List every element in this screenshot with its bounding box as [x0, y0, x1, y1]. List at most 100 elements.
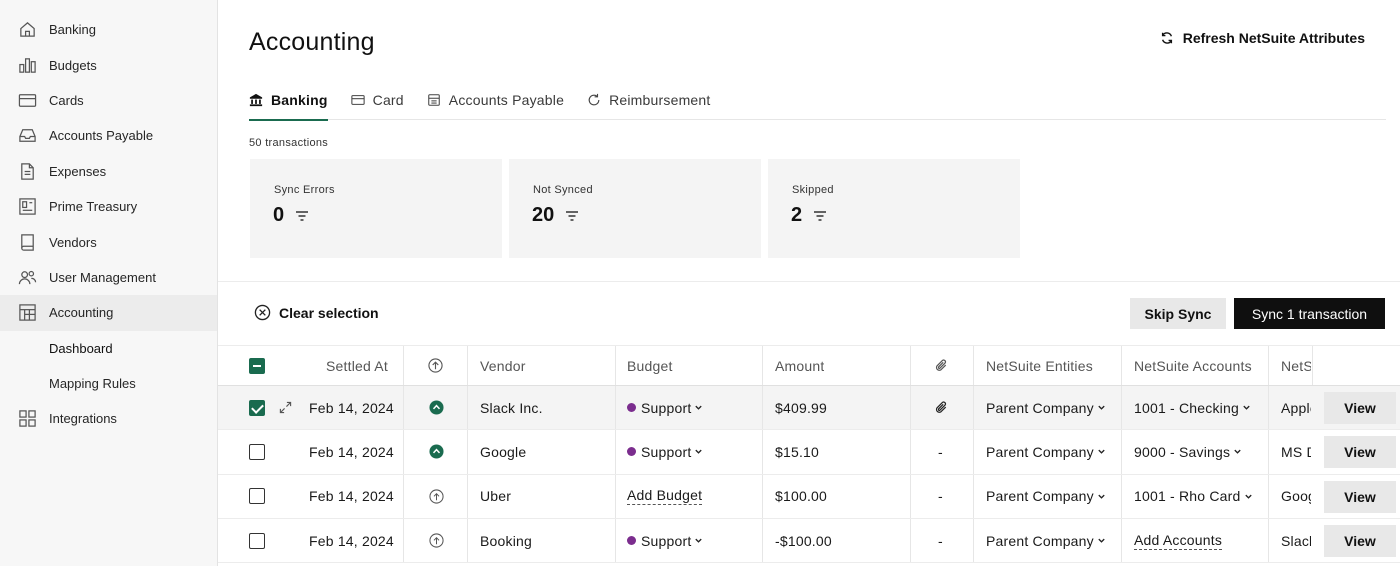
sidebar-item-cards[interactable]: Cards — [0, 83, 217, 118]
tab-banking[interactable]: Banking — [249, 80, 328, 121]
view-button[interactable]: View — [1324, 480, 1396, 513]
paperclip-icon[interactable] — [934, 400, 949, 415]
sidebar-item-integrations[interactable]: Integrations — [0, 401, 217, 436]
expand-icon[interactable] — [279, 401, 292, 414]
sidebar-item-vendors[interactable]: Vendors — [0, 224, 217, 259]
building-icon — [18, 303, 37, 322]
netsuite-vendor-cell[interactable]: Slack — [1281, 519, 1311, 562]
column-header-netsuite-vendors[interactable]: NetSuite Vendors — [1281, 346, 1311, 385]
entity-dropdown[interactable]: Parent Company — [986, 488, 1106, 504]
synced-arrow-icon — [429, 400, 444, 415]
column-header-netsuite-entities[interactable]: NetSuite Entities — [986, 346, 1093, 385]
column-header-settled-at[interactable]: Settled At — [326, 346, 388, 385]
sidebar-item-prime-treasury[interactable]: Prime Treasury — [0, 189, 217, 224]
account-dropdown[interactable]: 9000 - Savings — [1134, 444, 1242, 460]
budget-dot — [627, 536, 636, 546]
sidebar-item-dashboard[interactable]: Dashboard — [0, 331, 217, 366]
netsuite-vendor-cell[interactable]: Apple Inc. — [1281, 386, 1311, 429]
stat-card-sync-errors[interactable]: Sync Errors 0 — [250, 159, 502, 258]
entity-label: Parent Company — [986, 532, 1094, 549]
clear-selection-button[interactable]: Clear selection — [254, 304, 379, 321]
stat-card-skipped[interactable]: Skipped 2 — [768, 159, 1020, 258]
vendor-cell: Slack Inc. — [480, 399, 543, 416]
refresh-netsuite-button[interactable]: Refresh NetSuite Attributes — [1160, 30, 1365, 46]
row-checkbox[interactable] — [249, 488, 265, 505]
column-header-vendor[interactable]: Vendor — [480, 346, 526, 385]
column-header-netsuite-accounts[interactable]: NetSuite Accounts — [1134, 346, 1252, 385]
column-divider — [1121, 386, 1122, 430]
column-header-amount[interactable]: Amount — [775, 346, 824, 385]
stat-card-not-synced[interactable]: Not Synced 20 — [509, 159, 761, 258]
column-divider — [615, 518, 616, 563]
column-divider — [1121, 346, 1122, 385]
table-row[interactable]: Feb 14, 2024 Google Support $15.10 - Par… — [218, 430, 1400, 475]
row-checkbox[interactable] — [249, 443, 265, 460]
sidebar: Banking Budgets Cards Accounts Payable E… — [0, 0, 218, 566]
skip-sync-button[interactable]: Skip Sync — [1130, 298, 1226, 329]
select-all-checkbox[interactable] — [249, 357, 265, 374]
sync-status-cell — [429, 475, 444, 518]
chevron-down-icon — [1098, 538, 1105, 543]
sidebar-item-budgets[interactable]: Budgets — [0, 47, 217, 82]
filter-icon[interactable] — [812, 208, 828, 224]
sidebar-item-accounting[interactable]: Accounting — [0, 295, 217, 331]
column-divider — [467, 386, 468, 430]
netsuite-vendor-cell[interactable]: Google — [1281, 475, 1311, 518]
users-icon — [18, 268, 37, 287]
vendor-cell: Uber — [480, 488, 512, 505]
column-divider — [1312, 346, 1313, 385]
tab-reimbursement[interactable]: Reimbursement — [587, 80, 710, 120]
sidebar-item-accounts-payable[interactable]: Accounts Payable — [0, 118, 217, 153]
chevron-down-icon — [695, 450, 703, 455]
stat-value: 20 — [532, 204, 580, 227]
column-header-sync-status[interactable] — [428, 346, 443, 385]
sidebar-item-expenses[interactable]: Expenses — [0, 154, 217, 189]
stat-value-text: 20 — [532, 204, 555, 226]
netsuite-vendor-cell[interactable]: MS Dynamics — [1281, 430, 1311, 473]
filter-icon[interactable] — [564, 208, 580, 224]
account-dropdown[interactable]: 1001 - Rho Card — [1134, 488, 1253, 504]
stat-value: 2 — [791, 204, 828, 227]
add-accounts-link[interactable]: Add Accounts — [1134, 532, 1223, 550]
invoice-icon — [428, 94, 440, 106]
entity-label: Parent Company — [986, 399, 1094, 416]
column-header-attachment — [934, 346, 949, 385]
row-checkbox[interactable] — [249, 532, 265, 549]
account-dropdown[interactable]: 1001 - Checking — [1134, 400, 1251, 416]
column-divider — [1268, 346, 1269, 385]
add-budget-link[interactable]: Add Budget — [627, 487, 703, 506]
sidebar-item-mapping-rules[interactable]: Mapping Rules — [0, 366, 217, 401]
account-label: 1001 - Checking — [1134, 399, 1239, 416]
grid-icon — [18, 409, 37, 428]
table-row[interactable]: Feb 14, 2024 Booking Support -$100.00 - … — [218, 518, 1400, 564]
table-row[interactable]: Feb 14, 2024 Uber Add Budget $100.00 - P… — [218, 474, 1400, 519]
table-row[interactable]: Feb 14, 2024 Slack Inc. Support $409.99 … — [218, 386, 1400, 431]
column-divider — [910, 386, 911, 430]
sidebar-item-user-management[interactable]: User Management — [0, 260, 217, 295]
view-button[interactable]: View — [1324, 524, 1396, 557]
column-header-budget[interactable]: Budget — [627, 346, 673, 385]
budget-dropdown[interactable]: Support — [627, 533, 703, 549]
entity-dropdown[interactable]: Parent Company — [986, 533, 1106, 549]
stat-value-text: 0 — [273, 204, 285, 226]
sync-transaction-button[interactable]: Sync 1 transaction — [1234, 298, 1385, 329]
entity-label: Parent Company — [986, 488, 1094, 505]
tab-accounts-payable[interactable]: Accounts Payable — [427, 80, 564, 120]
budget-dropdown[interactable]: Support — [627, 400, 703, 416]
view-button[interactable]: View — [1324, 436, 1396, 469]
sidebar-item-banking[interactable]: Banking — [0, 12, 217, 47]
sidebar-item-label: Vendors — [49, 234, 97, 250]
column-divider — [467, 430, 468, 474]
column-divider — [467, 346, 468, 385]
sidebar-item-label: Budgets — [49, 57, 97, 73]
row-checkbox[interactable] — [249, 399, 265, 416]
budget-dropdown[interactable]: Support — [627, 444, 703, 460]
entity-dropdown[interactable]: Parent Company — [986, 444, 1106, 460]
column-divider — [910, 430, 911, 474]
sidebar-item-label: User Management — [49, 269, 156, 285]
view-button[interactable]: View — [1324, 392, 1396, 424]
entity-dropdown[interactable]: Parent Company — [986, 400, 1106, 416]
vendor-cell: Google — [480, 443, 527, 460]
tab-card[interactable]: Card — [350, 80, 404, 120]
filter-icon[interactable] — [294, 208, 310, 224]
